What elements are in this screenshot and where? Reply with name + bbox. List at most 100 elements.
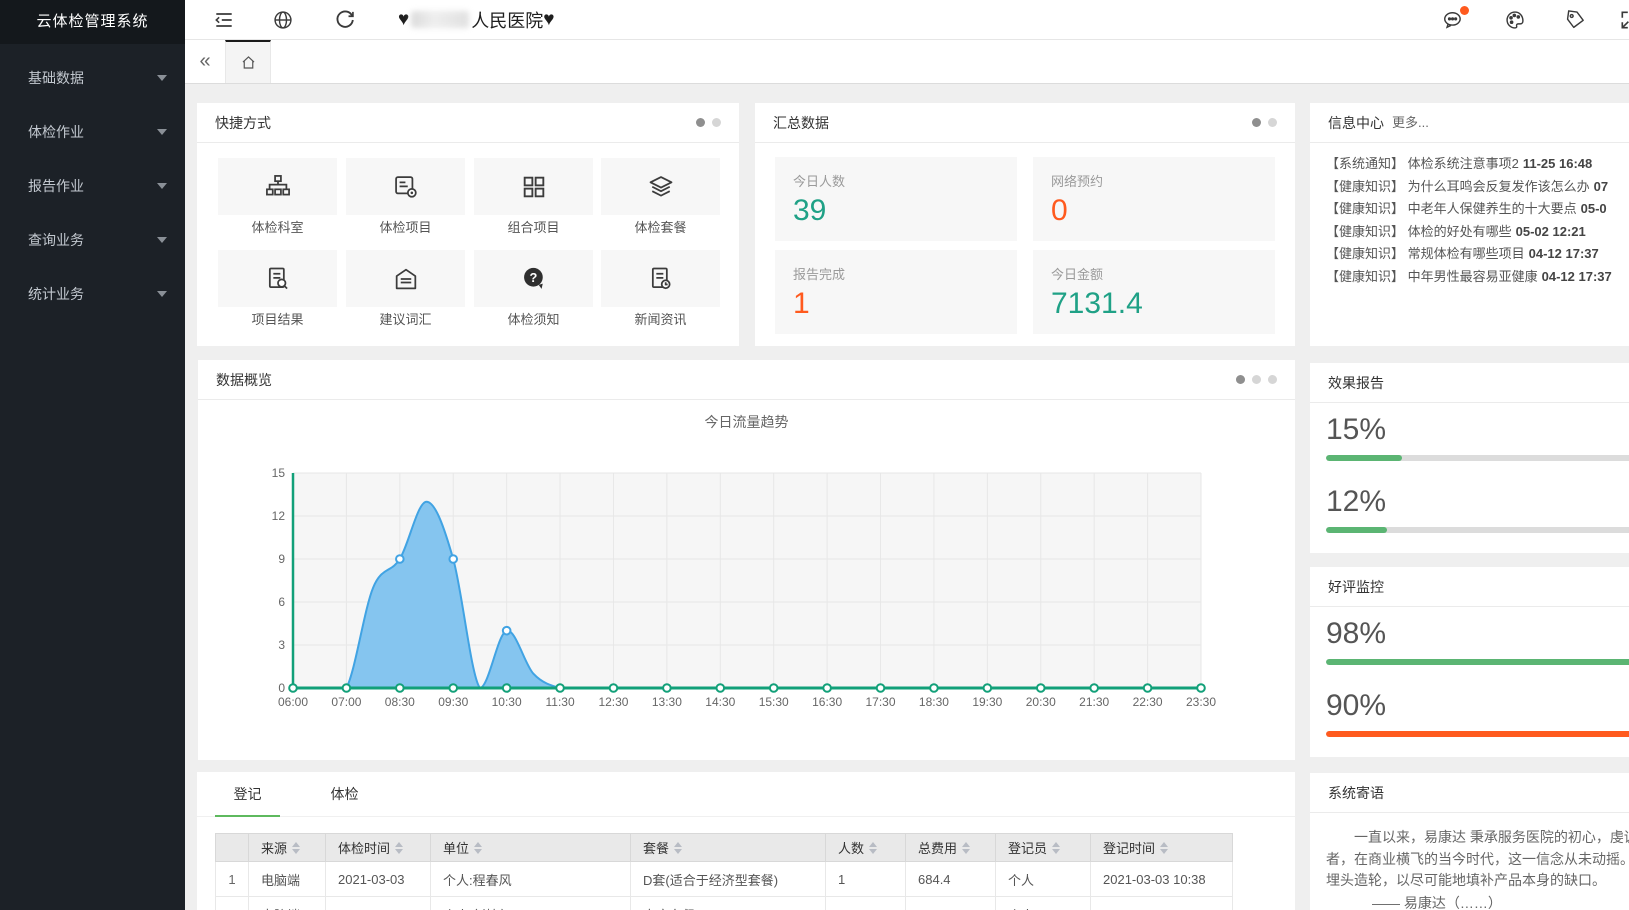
svg-text:?: ? bbox=[529, 269, 537, 284]
summary-panel: 汇总数据 今日人数 39 网络预约 0 报告完成 1 今日金额 7131.4 bbox=[755, 103, 1295, 346]
svg-text:08:30: 08:30 bbox=[385, 695, 415, 709]
collapse-menu-icon[interactable] bbox=[213, 9, 235, 31]
tab-exam[interactable]: 体检 bbox=[312, 772, 377, 816]
mail-open-icon bbox=[392, 265, 420, 293]
info-item[interactable]: 【健康知识】 中老年人保健养生的十大要点05-0 bbox=[1326, 198, 1629, 221]
info-item[interactable]: 【系统通知】 体检系统注意事项211-25 16:48 bbox=[1326, 153, 1629, 176]
column-header-source[interactable]: 来源 bbox=[249, 834, 326, 862]
document-clock-icon bbox=[647, 265, 675, 293]
column-header-package[interactable]: 套餐 bbox=[631, 834, 826, 862]
shortcut-suggestion-words[interactable] bbox=[346, 250, 465, 307]
progress-track bbox=[1326, 527, 1629, 533]
svg-text:18:30: 18:30 bbox=[919, 695, 949, 709]
stat-label: 今日金额 bbox=[1051, 264, 1257, 283]
sidebar-item-label: 统计业务 bbox=[28, 267, 157, 321]
carousel-dot[interactable] bbox=[1252, 118, 1261, 127]
progress-track bbox=[1326, 455, 1629, 461]
sort-icon[interactable] bbox=[292, 842, 300, 854]
sort-icon[interactable] bbox=[1160, 842, 1168, 854]
hospital-name: 人民医院 bbox=[471, 7, 543, 33]
messages-icon[interactable] bbox=[1442, 9, 1464, 31]
percent-value: 98% bbox=[1326, 616, 1629, 652]
palette-icon[interactable] bbox=[1504, 9, 1526, 31]
shortcut-exam-packages[interactable] bbox=[601, 158, 720, 215]
sidebar-item-report-work[interactable]: 报告作业 bbox=[0, 159, 185, 213]
svg-text:09:30: 09:30 bbox=[438, 695, 468, 709]
progress-fill bbox=[1326, 527, 1387, 533]
column-header-people[interactable]: 人数 bbox=[826, 834, 906, 862]
registry-panel: 登记 体检 来源 体检时间 单位 套餐 人数 总费用 登记员 登记时间 1 电脑… bbox=[197, 772, 1295, 910]
sort-icon[interactable] bbox=[395, 842, 403, 854]
shortcut-label: 体检套餐 bbox=[601, 217, 720, 236]
panel-title: 汇总数据 bbox=[773, 103, 829, 143]
registry-table: 来源 体检时间 单位 套餐 人数 总费用 登记员 登记时间 1 电脑端 2021… bbox=[215, 833, 1233, 910]
column-header-total-fee[interactable]: 总费用 bbox=[906, 834, 996, 862]
shortcut-item-results[interactable] bbox=[218, 250, 337, 307]
carousel-dot[interactable] bbox=[712, 118, 721, 127]
system-message-header: 系统寄语 bbox=[1310, 773, 1629, 813]
shortcut-exam-notice[interactable]: ? bbox=[474, 250, 593, 307]
overview-panel: 数据概览 今日流量趋势 0369121506:0007:0008:3009:30… bbox=[198, 360, 1295, 760]
grid-icon bbox=[520, 173, 548, 201]
tab-register[interactable]: 登记 bbox=[215, 772, 280, 816]
progress-fill bbox=[1326, 659, 1629, 665]
sidebar-item-query-business[interactable]: 查询业务 bbox=[0, 213, 185, 267]
refresh-icon[interactable] bbox=[334, 9, 356, 31]
column-header-unit[interactable]: 单位 bbox=[431, 834, 631, 862]
shortcut-combo-items[interactable] bbox=[474, 158, 593, 215]
more-link[interactable]: 更多... bbox=[1392, 103, 1429, 143]
carousel-dot[interactable] bbox=[696, 118, 705, 127]
carousel-dots bbox=[696, 118, 721, 127]
column-header-exam-time[interactable]: 体检时间 bbox=[326, 834, 431, 862]
tag-icon[interactable] bbox=[1564, 9, 1586, 31]
carousel-dot[interactable] bbox=[1268, 118, 1277, 127]
system-message-line: 一直以来，易康达 秉承服务医院的初心，虔诚 bbox=[1326, 827, 1629, 849]
sidebar-item-exam-work[interactable]: 体检作业 bbox=[0, 105, 185, 159]
layers-icon bbox=[647, 173, 675, 201]
stat-value: 7131.4 bbox=[1051, 287, 1257, 321]
quick-access-header: 快捷方式 bbox=[197, 103, 739, 143]
chevron-down-icon bbox=[157, 291, 167, 297]
svg-text:15: 15 bbox=[272, 466, 286, 480]
stat-label: 网络预约 bbox=[1051, 171, 1257, 190]
effect-item: 12% bbox=[1310, 475, 1629, 533]
sort-icon[interactable] bbox=[869, 842, 877, 854]
system-message-signature: —— 易康达（……） bbox=[1326, 893, 1629, 910]
chevron-down-icon bbox=[157, 129, 167, 135]
info-item[interactable]: 【健康知识】 中年男性最容易亚健康04-12 17:37 bbox=[1326, 266, 1629, 289]
sidebar-item-basic-data[interactable]: 基础数据 bbox=[0, 51, 185, 105]
question-bubble-icon: ? bbox=[520, 265, 548, 293]
progress-track bbox=[1326, 659, 1629, 665]
sort-icon[interactable] bbox=[674, 842, 682, 854]
table-row[interactable]: 1 电脑端 2021-03-03 个人:程春风 D套(适合于经济型套餐) 1 6… bbox=[216, 862, 1233, 897]
svg-text:21:30: 21:30 bbox=[1079, 695, 1109, 709]
fullscreen-icon[interactable] bbox=[1619, 9, 1629, 31]
info-item[interactable]: 【健康知识】 体检的好处有哪些05-02 12:21 bbox=[1326, 221, 1629, 244]
svg-text:16:30: 16:30 bbox=[812, 695, 842, 709]
stat-today-amount: 今日金额 7131.4 bbox=[1033, 250, 1275, 334]
info-item[interactable]: 【健康知识】 常规体检有哪些项目04-12 17:37 bbox=[1326, 243, 1629, 266]
shortcut-exam-items[interactable] bbox=[346, 158, 465, 215]
tab-home[interactable] bbox=[225, 40, 271, 83]
column-header-register-time[interactable]: 登记时间 bbox=[1091, 834, 1233, 862]
shortcut-news[interactable] bbox=[601, 250, 720, 307]
globe-icon[interactable] bbox=[272, 9, 294, 31]
sidebar-item-statistics[interactable]: 统计业务 bbox=[0, 267, 185, 321]
svg-text:9: 9 bbox=[278, 552, 285, 566]
sort-icon[interactable] bbox=[474, 842, 482, 854]
shortcut-exam-department[interactable] bbox=[218, 158, 337, 215]
sort-icon[interactable] bbox=[962, 842, 970, 854]
sidebar-item-label: 基础数据 bbox=[28, 51, 157, 105]
system-message-panel: 系统寄语 一直以来，易康达 秉承服务医院的初心，虔诚 者，在商业横飞的当今时代，… bbox=[1310, 773, 1629, 910]
home-icon bbox=[240, 54, 257, 71]
info-list: 【系统通知】 体检系统注意事项211-25 16:48【健康知识】 为什么耳鸣会… bbox=[1310, 143, 1629, 288]
column-header-registrar[interactable]: 登记员 bbox=[996, 834, 1091, 862]
collapse-tabs-button[interactable]: « bbox=[185, 40, 225, 83]
table-row[interactable]: 2 电脑端 2021-03-03 个人:刘桂红 泰康套餐 1 894 个人 20… bbox=[216, 897, 1233, 910]
progress-fill bbox=[1326, 731, 1629, 737]
shortcut-label: 体检须知 bbox=[474, 309, 593, 328]
svg-text:12: 12 bbox=[272, 509, 286, 523]
heart-icon: ♥ bbox=[398, 9, 409, 31]
info-item[interactable]: 【健康知识】 为什么耳鸣会反复发作该怎么办07 bbox=[1326, 176, 1629, 199]
sort-icon[interactable] bbox=[1052, 842, 1060, 854]
